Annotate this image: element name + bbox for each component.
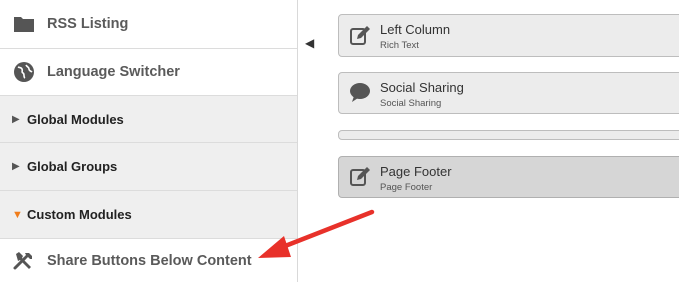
card-title: Social Sharing: [380, 80, 464, 95]
card-title: Left Column: [380, 22, 451, 37]
module-card-left-column[interactable]: Left Column Rich Text: [338, 14, 679, 57]
collapse-sidebar-icon[interactable]: ◀: [305, 36, 314, 50]
sidebar-item-label: RSS Listing: [47, 16, 129, 32]
folder-icon: [14, 17, 34, 32]
sidebar-item-language-switcher[interactable]: Language Switcher: [0, 49, 297, 96]
sidebar-group-label: Global Groups: [27, 159, 118, 174]
card-subtitle: Social Sharing: [380, 98, 442, 109]
sidebar-group-label: Global Modules: [27, 111, 124, 127]
edit-icon: [350, 167, 370, 186]
sidebar-item-label: Share Buttons Below Content: [47, 252, 252, 269]
sidebar-group-custom-modules[interactable]: ▼ Custom Modules: [0, 191, 297, 239]
speech-bubble-icon: [350, 83, 370, 102]
sidebar-item-rss-listing[interactable]: RSS Listing: [0, 0, 297, 49]
sidebar-item-share-buttons-below-content[interactable]: Share Buttons Below Content: [0, 239, 297, 282]
tools-icon: [13, 251, 32, 269]
card-subtitle: Rich Text: [380, 40, 419, 51]
card-subtitle: Page Footer: [380, 182, 433, 193]
sidebar-item-label: Language Switcher: [47, 64, 180, 80]
module-sidebar: RSS Listing Language Switcher ▶ Global M…: [0, 0, 298, 282]
sidebar-group-global-modules[interactable]: ▶ Global Modules: [0, 96, 297, 143]
collapsed-triangle-icon: ▶: [12, 161, 20, 172]
edit-icon: [350, 25, 370, 45]
empty-module-card[interactable]: [338, 130, 679, 140]
sidebar-group-global-groups[interactable]: ▶ Global Groups: [0, 143, 297, 191]
module-card-page-footer[interactable]: Page Footer Page Footer: [338, 156, 679, 198]
sidebar-group-label: Custom Modules: [27, 207, 132, 222]
module-card-social-sharing[interactable]: Social Sharing Social Sharing: [338, 72, 679, 114]
globe-icon: [14, 62, 34, 82]
collapsed-triangle-icon: ▶: [12, 113, 20, 125]
card-title: Page Footer: [380, 164, 452, 179]
expanded-triangle-icon: ▼: [12, 208, 23, 221]
